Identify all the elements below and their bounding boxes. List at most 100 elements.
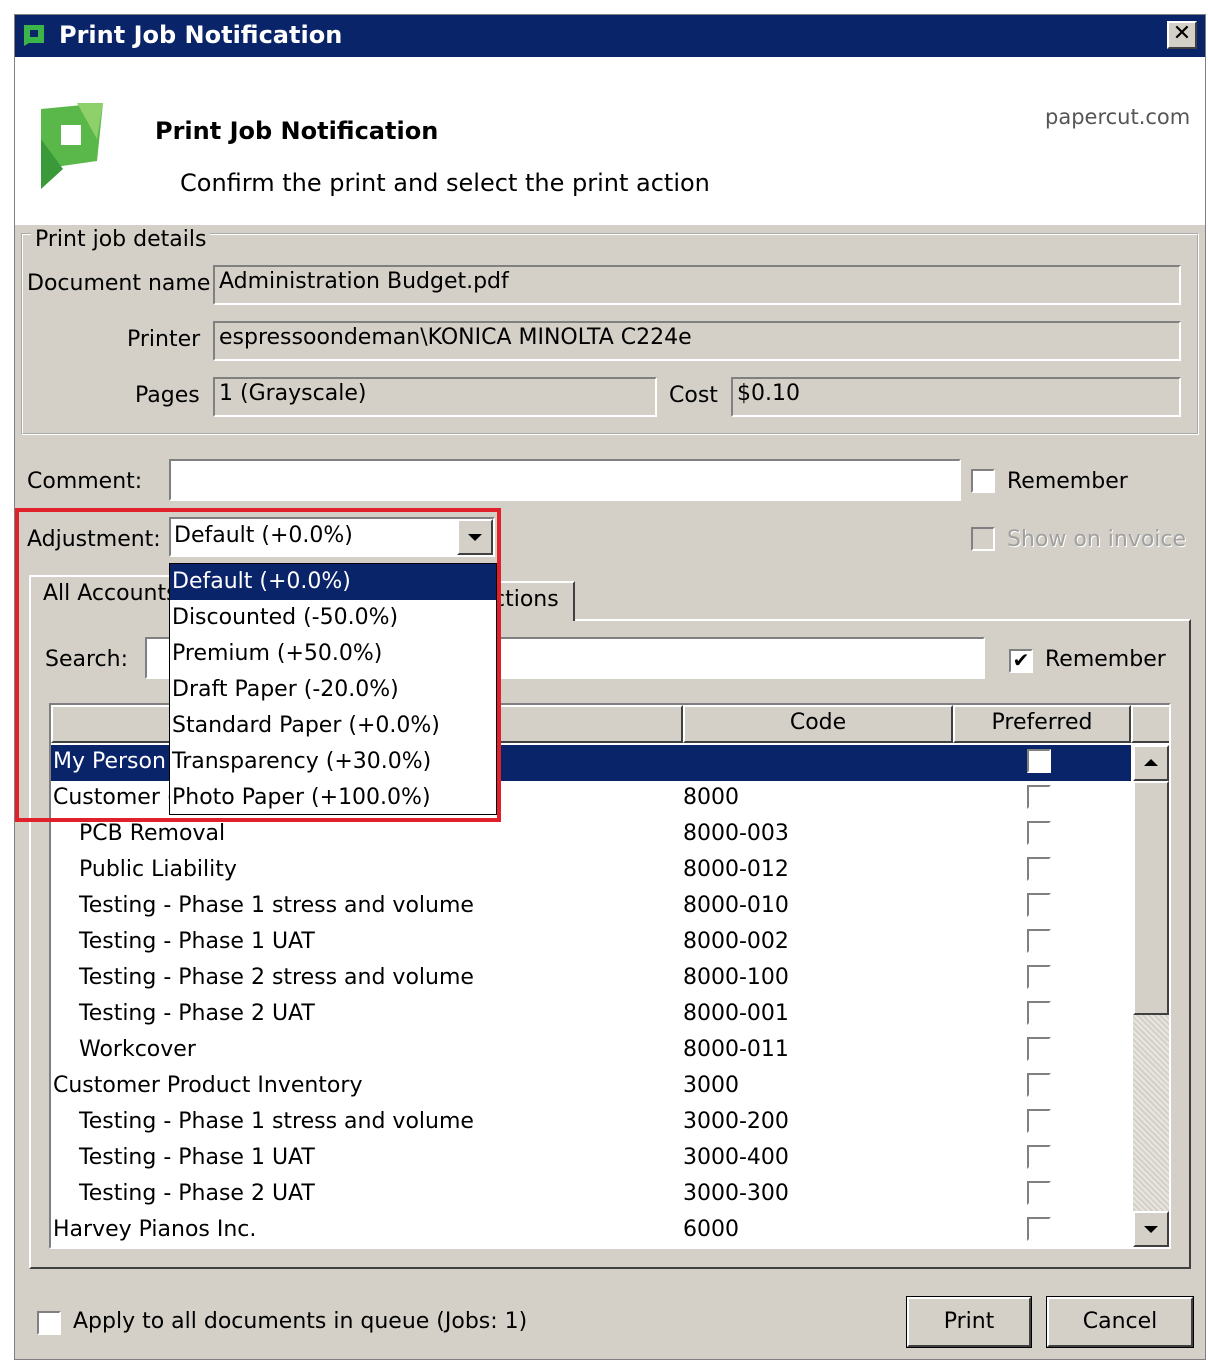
table-row[interactable]: Testing - Phase 2 stress and volume 8000-…: [51, 961, 1131, 997]
table-row[interactable]: Testing - Phase 2 UAT 3000-300: [51, 1177, 1131, 1213]
close-button[interactable]: ✕: [1167, 21, 1197, 49]
checkmark-icon: ✔: [1012, 648, 1030, 672]
account-code: 8000-011: [683, 1037, 789, 1062]
papercut-logo: [41, 103, 103, 189]
close-icon: ✕: [1172, 21, 1192, 46]
account-code: 8000: [683, 785, 739, 810]
account-name: Testing - Phase 2 stress and volume: [79, 965, 474, 990]
account-code: 8000-003: [683, 821, 789, 846]
details-legend: Print job details: [31, 227, 211, 252]
column-header-preferred[interactable]: Preferred: [953, 705, 1131, 743]
arrow-up-icon: [1144, 759, 1158, 766]
preferred-checkbox[interactable]: [1027, 1037, 1051, 1061]
table-row[interactable]: Testing - Phase 1 stress and volume 8000-…: [51, 889, 1131, 925]
scroll-thumb[interactable]: [1133, 781, 1169, 1015]
document-name-value: Administration Budget.pdf: [219, 269, 509, 294]
account-name: Testing - Phase 2 UAT: [79, 1001, 315, 1026]
account-code: 8000-001: [683, 1001, 789, 1026]
preferred-checkbox[interactable]: [1027, 1217, 1051, 1241]
cost-value: $0.10: [737, 381, 800, 406]
preferred-checkbox[interactable]: [1027, 929, 1051, 953]
table-row[interactable]: Public Liability 8000-012: [51, 853, 1131, 889]
pages-label: Pages: [135, 383, 200, 408]
preferred-checkbox[interactable]: [1027, 1145, 1051, 1169]
column-header-spacer: [1131, 705, 1169, 743]
account-name: Testing - Phase 1 stress and volume: [79, 893, 474, 918]
cancel-button[interactable]: Cancel: [1046, 1296, 1194, 1348]
account-code: 6000: [683, 1217, 739, 1242]
column-header-code[interactable]: Code: [683, 705, 953, 743]
scroll-up-button[interactable]: [1133, 745, 1169, 781]
account-code: 8000-012: [683, 857, 789, 882]
pages-field: 1 (Grayscale): [213, 377, 657, 417]
account-name: PCB Removal: [79, 821, 226, 846]
table-row[interactable]: Testing - Phase 2 UAT 8000-001: [51, 997, 1131, 1033]
preferred-checkbox[interactable]: [1027, 1109, 1051, 1133]
table-row[interactable]: Customer Product Inventory 3000: [51, 1069, 1131, 1105]
preferred-checkbox[interactable]: [1027, 1001, 1051, 1025]
show-on-invoice-checkbox: [971, 527, 995, 551]
annotation-highlight-box: [15, 508, 501, 822]
preferred-checkbox[interactable]: [1027, 1073, 1051, 1097]
account-code: 3000-200: [683, 1109, 789, 1134]
account-name: Testing - Phase 1 UAT: [79, 1145, 315, 1170]
account-name: Workcover: [79, 1037, 196, 1062]
apply-all-checkbox[interactable]: [37, 1311, 61, 1335]
preferred-checkbox[interactable]: [1027, 821, 1051, 845]
table-scrollbar[interactable]: [1133, 745, 1169, 1247]
comment-label: Comment:: [27, 469, 143, 494]
search-remember-label: Remember: [1045, 647, 1166, 672]
printer-value: espressoondeman\KONICA MINOLTA C224e: [219, 325, 692, 350]
account-name: Testing - Phase 2 UAT: [79, 1181, 315, 1206]
preferred-checkbox[interactable]: [1027, 785, 1051, 809]
papercut-link[interactable]: papercut.com: [1045, 105, 1190, 129]
account-code: 3000: [683, 1073, 739, 1098]
account-code: 8000-100: [683, 965, 789, 990]
table-row[interactable]: Testing - Phase 1 stress and volume 3000-…: [51, 1105, 1131, 1141]
account-code: 8000-002: [683, 929, 789, 954]
print-button[interactable]: Print: [906, 1296, 1032, 1348]
document-name-field: Administration Budget.pdf: [213, 265, 1181, 305]
title-bar[interactable]: Print Job Notification ✕: [15, 15, 1205, 57]
dialog-header: Print Job Notification Confirm the print…: [15, 57, 1205, 225]
papercut-icon: [24, 25, 44, 46]
table-row[interactable]: Workcover 8000-011: [51, 1033, 1131, 1069]
account-name: Customer Product Inventory: [53, 1073, 363, 1098]
account-code: 3000-400: [683, 1145, 789, 1170]
account-code: 3000-300: [683, 1181, 789, 1206]
scroll-down-button[interactable]: [1133, 1211, 1169, 1247]
cost-field: $0.10: [731, 377, 1181, 417]
printer-field: espressoondeman\KONICA MINOLTA C224e: [213, 321, 1181, 361]
arrow-down-icon: [1144, 1226, 1158, 1233]
header-title: Print Job Notification: [155, 117, 439, 145]
header-subtitle: Confirm the print and select the print a…: [180, 169, 710, 197]
comment-remember-label: Remember: [1007, 469, 1128, 494]
tab-other-label: ctions: [493, 587, 559, 612]
preferred-checkbox[interactable]: [1027, 1181, 1051, 1205]
table-row[interactable]: Testing - Phase 1 UAT 8000-002: [51, 925, 1131, 961]
pages-value: 1 (Grayscale): [219, 381, 367, 406]
account-name: Testing - Phase 1 stress and volume: [79, 1109, 474, 1134]
window-title: Print Job Notification: [59, 21, 343, 49]
account-code: 8000-010: [683, 893, 789, 918]
preferred-checkbox[interactable]: [1027, 857, 1051, 881]
preferred-checkbox[interactable]: [1027, 965, 1051, 989]
preferred-checkbox[interactable]: [1027, 893, 1051, 917]
document-name-label: Document name: [27, 271, 211, 296]
cancel-button-label: Cancel: [1082, 1309, 1158, 1334]
comment-remember-checkbox[interactable]: [971, 469, 995, 493]
table-row[interactable]: PCB Removal 8000-003: [51, 817, 1131, 853]
table-row[interactable]: Testing - Phase 1 UAT 3000-400: [51, 1141, 1131, 1177]
account-name: Public Liability: [79, 857, 237, 882]
cost-label: Cost: [669, 383, 718, 408]
table-row[interactable]: Harvey Pianos Inc. 6000: [51, 1213, 1131, 1247]
search-remember-checkbox[interactable]: ✔: [1009, 649, 1033, 673]
account-name: Testing - Phase 1 UAT: [79, 929, 315, 954]
preferred-checkbox[interactable]: [1027, 749, 1051, 773]
print-button-label: Print: [943, 1309, 995, 1334]
comment-input[interactable]: [169, 459, 961, 501]
show-on-invoice-label: Show on invoice: [1007, 527, 1187, 552]
printer-label: Printer: [127, 327, 201, 352]
apply-all-label: Apply to all documents in queue (Jobs: 1…: [73, 1309, 528, 1334]
account-name: Harvey Pianos Inc.: [53, 1217, 257, 1242]
